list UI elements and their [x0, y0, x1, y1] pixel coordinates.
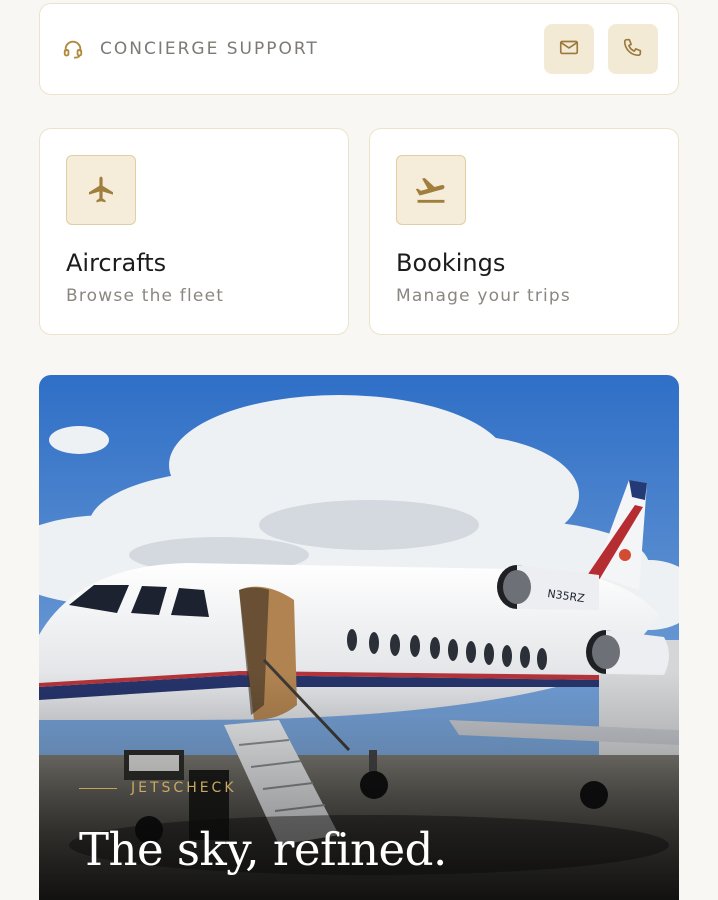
brand-rule — [79, 787, 117, 789]
hero-tagline: The sky, refined. — [79, 823, 447, 876]
bookings-tile[interactable]: Bookings Manage your trips — [369, 128, 679, 335]
headset-icon — [62, 38, 84, 60]
aircrafts-title: Aircrafts — [66, 249, 167, 277]
hero-brand: JETSCHECK — [79, 780, 237, 796]
concierge-label: CONCIERGE SUPPORT — [100, 39, 319, 59]
phone-button[interactable] — [608, 24, 658, 74]
concierge-support-bar: CONCIERGE SUPPORT — [39, 3, 679, 95]
hero-jet-image: N35RZ — [39, 375, 679, 900]
aircrafts-tile[interactable]: Aircrafts Browse the fleet — [39, 128, 349, 335]
airplane-icon — [66, 155, 136, 225]
bookings-subtitle: Manage your trips — [396, 286, 571, 306]
aircrafts-subtitle: Browse the fleet — [66, 286, 225, 306]
bookings-title: Bookings — [396, 249, 506, 277]
hero-banner[interactable]: N35RZ JETSCHECK The sky, refined. — [39, 375, 679, 900]
mail-button[interactable] — [544, 24, 594, 74]
phone-icon — [622, 36, 644, 62]
mail-icon — [558, 36, 580, 62]
brand-name: JETSCHECK — [131, 780, 237, 796]
departure-icon — [396, 155, 466, 225]
